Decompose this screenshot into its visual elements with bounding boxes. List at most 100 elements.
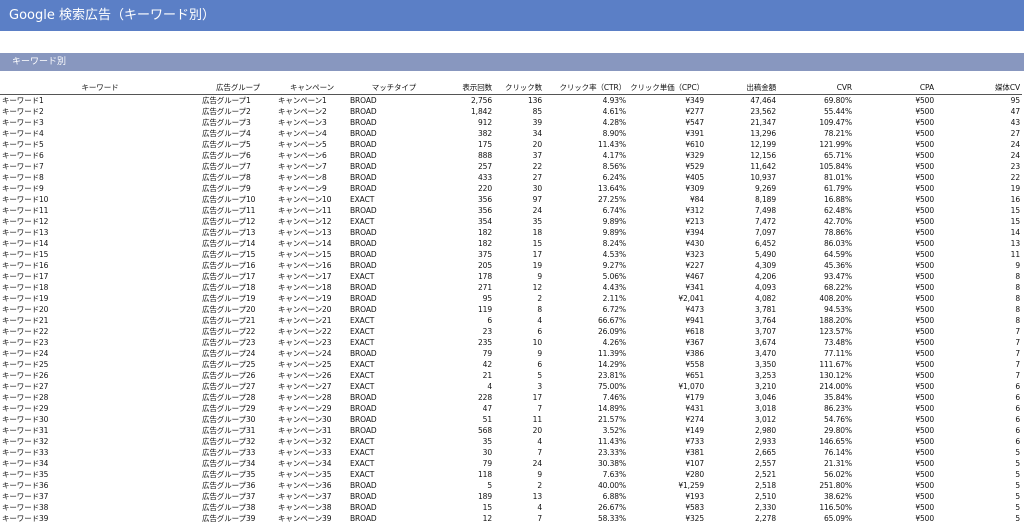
- col-header-cpc[interactable]: クリック単価（CPC）: [628, 80, 706, 95]
- col-header-ctr[interactable]: クリック率（CTR）: [544, 80, 628, 95]
- cell-keyword: キーワード7: [2, 162, 44, 171]
- cell-cost: 10,937: [750, 173, 776, 182]
- col-header-cpa[interactable]: CPA: [854, 80, 936, 95]
- cell-ad-group: 広告グループ8: [202, 173, 251, 182]
- table-row[interactable]: キーワード23 広告グループ23 キャンペーン23 EXACT 235 10 4.26% ¥3…: [0, 337, 1022, 348]
- cell-cvr: 86.03%: [824, 239, 852, 248]
- cell-campaign: キャンペーン35: [278, 470, 332, 479]
- col-header-clicks[interactable]: クリック数: [494, 80, 544, 95]
- table-row[interactable]: キーワード9 広告グループ9 キャンペーン9 BROAD 220 30 13.64% ¥309…: [0, 183, 1022, 194]
- cell-cpa: ¥500: [915, 415, 934, 424]
- cell-keyword: キーワード32: [2, 437, 49, 446]
- cell-conversions: 9: [1015, 261, 1020, 270]
- cell-impressions: 271: [477, 283, 492, 292]
- cell-impressions: 15: [482, 503, 492, 512]
- cell-clicks: 35: [532, 217, 542, 226]
- cell-cvr: 77.11%: [824, 349, 852, 358]
- cell-cvr: 78.21%: [824, 129, 852, 138]
- cell-conversions: 27: [1010, 129, 1020, 138]
- table-row[interactable]: キーワード11 広告グループ11 キャンペーン11 BROAD 356 24 6.74% ¥3…: [0, 205, 1022, 216]
- cell-keyword: キーワード39: [2, 514, 49, 523]
- cell-cost: 7,472: [755, 217, 776, 226]
- col-header-match-type[interactable]: マッチタイプ: [348, 80, 440, 95]
- table-row[interactable]: キーワード14 広告グループ14 キャンペーン14 BROAD 182 15 8.24% ¥4…: [0, 238, 1022, 249]
- table-row[interactable]: キーワード33 広告グループ33 キャンペーン33 EXACT 30 7 23.33% ¥38…: [0, 447, 1022, 458]
- table-row[interactable]: キーワード13 広告グループ13 キャンペーン13 BROAD 182 18 9.89% ¥3…: [0, 227, 1022, 238]
- table-row[interactable]: キーワード10 広告グループ10 キャンペーン10 EXACT 356 97 27.25% ¥…: [0, 194, 1022, 205]
- cell-conversions: 23: [1010, 162, 1020, 171]
- col-header-campaign[interactable]: キャンペーン: [276, 80, 348, 95]
- cell-cpc: ¥312: [685, 206, 704, 215]
- table-row[interactable]: キーワード18 広告グループ18 キャンペーン18 BROAD 271 12 4.43% ¥3…: [0, 282, 1022, 293]
- table-row[interactable]: キーワード17 広告グループ17 キャンペーン17 EXACT 178 9 5.06% ¥46…: [0, 271, 1022, 282]
- table-row[interactable]: キーワード5 広告グループ5 キャンペーン5 BROAD 175 20 11.43% ¥610…: [0, 139, 1022, 150]
- table-row[interactable]: キーワード22 広告グループ22 キャンペーン22 EXACT 23 6 26.09% ¥61…: [0, 326, 1022, 337]
- col-header-conversions[interactable]: 媒体CV: [936, 80, 1022, 95]
- cell-campaign: キャンペーン11: [278, 206, 332, 215]
- col-header-impressions[interactable]: 表示回数: [440, 80, 494, 95]
- table-row[interactable]: キーワード30 広告グループ30 キャンペーン30 BROAD 51 11 21.57% ¥2…: [0, 414, 1022, 425]
- table-row[interactable]: キーワード16 広告グループ16 キャンペーン16 BROAD 205 19 9.27% ¥2…: [0, 260, 1022, 271]
- table-row[interactable]: キーワード3 広告グループ3 キャンペーン3 BROAD 912 39 4.28% ¥547 2…: [0, 117, 1022, 128]
- table-row[interactable]: キーワード38 広告グループ38 キャンペーン38 BROAD 15 4 26.67% ¥58…: [0, 502, 1022, 513]
- cell-impressions: 2,756: [471, 96, 492, 105]
- cell-keyword: キーワード38: [2, 503, 49, 512]
- cell-ctr: 26.67%: [598, 503, 626, 512]
- table-row[interactable]: キーワード25 広告グループ25 キャンペーン25 EXACT 42 6 14.29% ¥55…: [0, 359, 1022, 370]
- cell-cpa: ¥500: [915, 107, 934, 116]
- cell-ad-group: 広告グループ13: [202, 228, 256, 237]
- cell-cpc: ¥381: [685, 448, 704, 457]
- table-row[interactable]: キーワード6 広告グループ6 キャンペーン6 BROAD 888 37 4.17% ¥329 1…: [0, 150, 1022, 161]
- table-row[interactable]: キーワード29 広告グループ29 キャンペーン29 BROAD 47 7 14.89% ¥43…: [0, 403, 1022, 414]
- cell-ctr: 6.88%: [602, 492, 626, 501]
- table-row[interactable]: キーワード35 広告グループ35 キャンペーン35 EXACT 118 9 7.63% ¥28…: [0, 469, 1022, 480]
- table-row[interactable]: キーワード20 広告グループ20 キャンペーン20 BROAD 119 8 6.72% ¥47…: [0, 304, 1022, 315]
- cell-conversions: 43: [1010, 118, 1020, 127]
- table-row[interactable]: キーワード37 広告グループ37 キャンペーン37 BROAD 189 13 6.88% ¥1…: [0, 491, 1022, 502]
- cell-cpa: ¥500: [915, 448, 934, 457]
- cell-cost: 2,521: [755, 470, 776, 479]
- col-header-ad-group[interactable]: 広告グループ: [200, 80, 276, 95]
- col-header-keyword[interactable]: キーワード: [0, 80, 200, 95]
- cell-cpc: ¥547: [685, 118, 704, 127]
- table-row[interactable]: キーワード19 広告グループ19 キャンペーン19 BROAD 95 2 2.11% ¥2,0…: [0, 293, 1022, 304]
- table-row[interactable]: キーワード36 広告グループ36 キャンペーン36 BROAD 5 2 40.00% ¥1,2…: [0, 480, 1022, 491]
- cell-cpc: ¥430: [685, 239, 704, 248]
- table-row[interactable]: キーワード39 広告グループ39 キャンペーン39 BROAD 12 7 58.33% ¥32…: [0, 513, 1022, 524]
- cell-cpa: ¥500: [915, 327, 934, 336]
- table-row[interactable]: キーワード21 広告グループ21 キャンペーン21 EXACT 6 4 66.67% ¥941…: [0, 315, 1022, 326]
- cell-conversions: 7: [1015, 338, 1020, 347]
- table-row[interactable]: キーワード24 広告グループ24 キャンペーン24 BROAD 79 9 11.39% ¥38…: [0, 348, 1022, 359]
- table-row[interactable]: キーワード28 広告グループ28 キャンペーン28 BROAD 228 17 7.46% ¥1…: [0, 392, 1022, 403]
- cell-conversions: 6: [1015, 393, 1020, 402]
- cell-keyword: キーワード10: [2, 195, 49, 204]
- table-row[interactable]: キーワード27 広告グループ27 キャンペーン27 EXACT 4 3 75.00% ¥1,0…: [0, 381, 1022, 392]
- cell-clicks: 13: [532, 492, 542, 501]
- cell-clicks: 9: [537, 349, 542, 358]
- cell-campaign: キャンペーン13: [278, 228, 332, 237]
- cell-campaign: キャンペーン17: [278, 272, 332, 281]
- cell-cpc: ¥227: [685, 261, 704, 270]
- cell-cpc: ¥941: [685, 316, 704, 325]
- table-row[interactable]: キーワード26 広告グループ26 キャンペーン26 EXACT 21 5 23.81% ¥65…: [0, 370, 1022, 381]
- table-row[interactable]: キーワード1 広告グループ1 キャンペーン1 BROAD 2,756 136 4.93% ¥3…: [0, 95, 1022, 107]
- cell-cpc: ¥386: [685, 349, 704, 358]
- table-row[interactable]: キーワード15 広告グループ15 キャンペーン15 BROAD 375 17 4.53% ¥3…: [0, 249, 1022, 260]
- cell-cpc: ¥473: [685, 305, 704, 314]
- table-row[interactable]: キーワード12 広告グループ12 キャンペーン12 EXACT 354 35 9.89% ¥2…: [0, 216, 1022, 227]
- cell-impressions: 356: [477, 206, 492, 215]
- col-header-cvr[interactable]: CVR: [778, 80, 854, 95]
- table-row[interactable]: キーワード31 広告グループ31 キャンペーン31 BROAD 568 20 3.52% ¥1…: [0, 425, 1022, 436]
- cell-campaign: キャンペーン3: [278, 118, 327, 127]
- cell-keyword: キーワード22: [2, 327, 49, 336]
- col-header-cost[interactable]: 出稿金額: [706, 80, 778, 95]
- cell-cpa: ¥500: [915, 129, 934, 138]
- cell-clicks: 24: [532, 206, 542, 215]
- table-row[interactable]: キーワード2 広告グループ2 キャンペーン2 BROAD 1,842 85 4.61% ¥27…: [0, 106, 1022, 117]
- table-row[interactable]: キーワード7 広告グループ7 キャンペーン7 BROAD 257 22 8.56% ¥529 1…: [0, 161, 1022, 172]
- table-row[interactable]: キーワード32 広告グループ32 キャンペーン32 EXACT 35 4 11.43% ¥73…: [0, 436, 1022, 447]
- table-row[interactable]: キーワード8 広告グループ8 キャンペーン8 BROAD 433 27 6.24% ¥405 1…: [0, 172, 1022, 183]
- table-row[interactable]: キーワード4 広告グループ4 キャンペーン4 BROAD 382 34 8.90% ¥391 1…: [0, 128, 1022, 139]
- cell-cpc: ¥323: [685, 250, 704, 259]
- table-row[interactable]: キーワード34 広告グループ34 キャンペーン34 EXACT 79 24 30.38% ¥1…: [0, 458, 1022, 469]
